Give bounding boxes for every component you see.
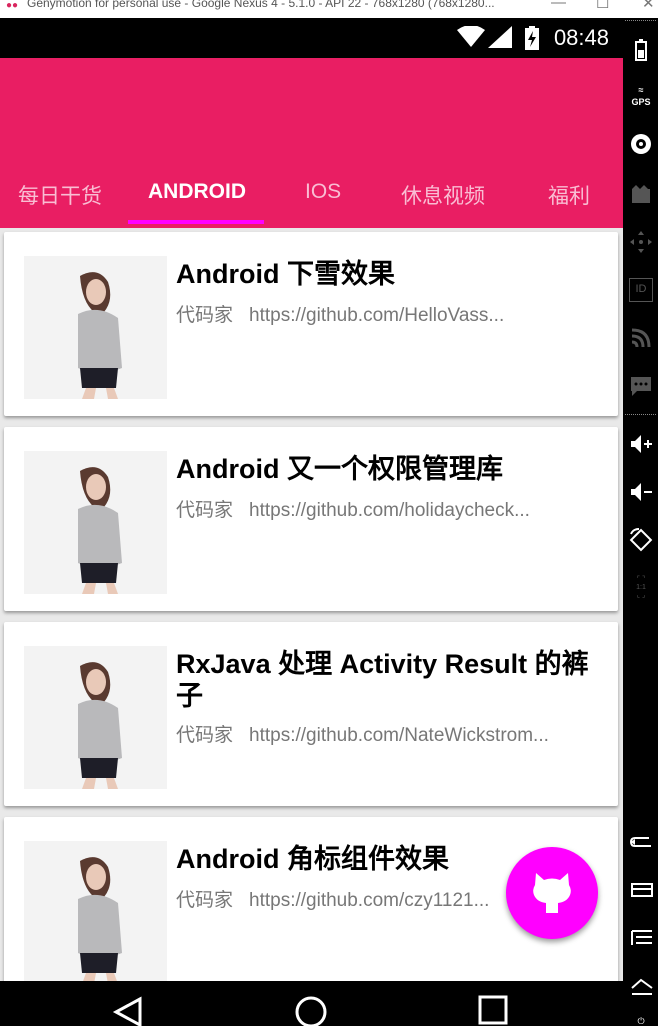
minimize-button[interactable]: — bbox=[551, 0, 566, 11]
rss-icon[interactable] bbox=[629, 326, 653, 350]
scale-icon[interactable]: ⌜ ⌝ 1:1 ⌞ ⌟ bbox=[629, 576, 653, 600]
power-icon[interactable]: ⏻ bbox=[629, 1016, 653, 1026]
tab-rest-video[interactable]: 休息视频 bbox=[401, 180, 485, 210]
volume-up-icon[interactable] bbox=[629, 432, 653, 456]
app-bar: 每日干货 ANDROID IOS 休息视频 福利 bbox=[0, 58, 623, 228]
github-fab-button[interactable] bbox=[506, 847, 598, 939]
github-octocat-icon bbox=[533, 873, 571, 913]
tab-ios[interactable]: IOS bbox=[305, 180, 341, 204]
rotate-icon[interactable] bbox=[629, 528, 653, 552]
toolbar-separator bbox=[625, 20, 656, 21]
article-url[interactable]: https://github.com/holidaycheck... bbox=[249, 500, 530, 521]
article-author: 代码家 bbox=[176, 500, 234, 521]
article-card[interactable]: Android 又一个权限管理库 代码家 https://github.com/h… bbox=[4, 427, 618, 611]
battery-charging-icon bbox=[524, 26, 540, 54]
article-url[interactable]: https://github.com/czy1121... bbox=[249, 890, 489, 911]
menu-icon[interactable] bbox=[629, 926, 653, 950]
article-author: 代码家 bbox=[176, 890, 234, 911]
article-url[interactable]: https://github.com/NateWickstrom... bbox=[249, 725, 549, 746]
tab-android[interactable]: ANDROID bbox=[148, 180, 246, 204]
tab-bar: 每日干货 ANDROID IOS 休息视频 福利 bbox=[0, 162, 623, 224]
article-meta: 代码家 https://github.com/holidaycheck... bbox=[176, 495, 530, 522]
home-nav-button[interactable] bbox=[294, 995, 328, 1026]
article-author: 代码家 bbox=[176, 305, 234, 326]
volume-down-icon[interactable] bbox=[629, 480, 653, 504]
recents-icon bbox=[478, 995, 508, 1025]
dpad-icon[interactable] bbox=[629, 230, 653, 254]
article-meta: 代码家 https://github.com/czy1121... bbox=[176, 885, 489, 912]
article-card[interactable]: RxJava 处理 Activity Result 的裤子 代码家 https:/… bbox=[4, 622, 618, 806]
battery-icon[interactable] bbox=[629, 38, 653, 62]
toolbar-separator bbox=[625, 414, 656, 415]
tab-welfare[interactable]: 福利 bbox=[548, 180, 590, 210]
home-icon[interactable] bbox=[629, 878, 653, 902]
app-root: ●● Genymotion for personal use - Google … bbox=[0, 0, 658, 1026]
window-title-bar: ●● Genymotion for personal use - Google … bbox=[0, 0, 658, 18]
article-meta: 代码家 https://github.com/NateWickstrom... bbox=[176, 720, 549, 747]
article-meta: 代码家 https://github.com/HelloVass... bbox=[176, 300, 504, 327]
article-title: Android 下雪效果 bbox=[176, 259, 395, 289]
maximize-button[interactable]: ☐ bbox=[596, 0, 609, 12]
camera-icon[interactable] bbox=[629, 132, 653, 156]
genymotion-logo-icon: ●● bbox=[6, 0, 19, 11]
article-thumbnail bbox=[24, 646, 167, 789]
recents-icon[interactable] bbox=[629, 974, 653, 998]
window-title: Genymotion for personal use - Google Nex… bbox=[27, 0, 495, 10]
back-icon bbox=[112, 996, 142, 1026]
article-thumbnail bbox=[24, 841, 167, 981]
emulator-toolbar: ≈ GPS ID ⌜ ⌝ 1:1 ⌞ ⌟ ⏻ bbox=[623, 18, 658, 1026]
signal-icon bbox=[488, 26, 512, 52]
home-icon bbox=[295, 996, 327, 1026]
article-url[interactable]: https://github.com/HelloVass... bbox=[249, 305, 504, 326]
id-icon[interactable]: ID bbox=[629, 278, 653, 302]
article-card[interactable]: Android 下雪效果 代码家 https://github.com/Hello… bbox=[4, 232, 618, 416]
android-nav-bar bbox=[0, 981, 623, 1026]
article-thumbnail bbox=[24, 256, 167, 399]
wifi-icon bbox=[457, 25, 485, 52]
article-title: RxJava 处理 Activity Result 的裤子 bbox=[176, 649, 589, 711]
article-thumbnail bbox=[24, 451, 167, 594]
back-icon[interactable] bbox=[629, 830, 653, 854]
back-nav-button[interactable] bbox=[112, 995, 144, 1026]
close-button[interactable]: ✕ bbox=[642, 0, 655, 12]
article-title: Android 又一个权限管理库 bbox=[176, 454, 503, 484]
article-author: 代码家 bbox=[176, 725, 234, 746]
tab-daily[interactable]: 每日干货 bbox=[18, 180, 102, 210]
capture-icon[interactable] bbox=[629, 182, 653, 206]
gps-icon[interactable]: ≈ GPS bbox=[629, 84, 653, 108]
recents-nav-button[interactable] bbox=[478, 995, 508, 1026]
tab-indicator bbox=[128, 220, 264, 224]
status-bar: 08:48 bbox=[0, 18, 623, 58]
status-time: 08:48 bbox=[553, 25, 609, 50]
device-screen: 08:48 每日干货 ANDROID IOS 休息视频 福利 Android 下… bbox=[0, 18, 623, 981]
sms-icon[interactable] bbox=[629, 374, 653, 398]
